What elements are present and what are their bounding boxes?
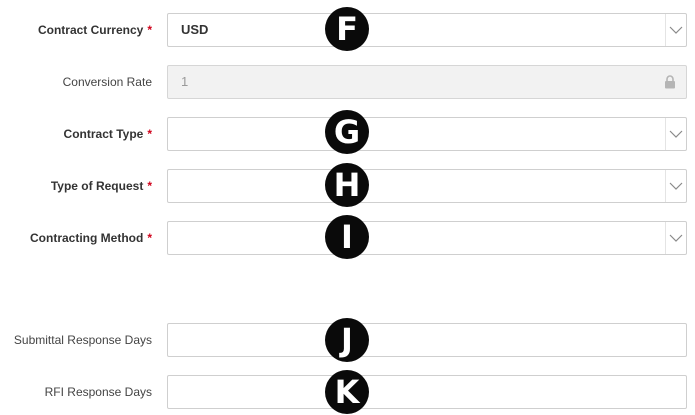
marker-badge-k: K [325, 370, 369, 414]
type-of-request-label: Type of Request * [51, 169, 152, 203]
contract-type-label: Contract Type * [64, 117, 152, 151]
contracting-method-label: Contracting Method * [30, 221, 152, 255]
contracting-method-select[interactable] [167, 221, 687, 255]
rfi-response-days-input[interactable] [167, 375, 687, 409]
type-of-request-label-text: Type of Request [50, 179, 144, 193]
select-divider [665, 222, 666, 254]
rfi-response-days-label-text: RFI Response Days [44, 385, 152, 399]
select-divider [665, 118, 666, 150]
conversion-rate-row: Conversion Rate 1 [0, 65, 695, 99]
contract-form: Contract Currency * USD Conversion Rate 1… [0, 0, 695, 415]
type-of-request-select[interactable] [167, 169, 687, 203]
contract-currency-select[interactable]: USD [167, 13, 687, 47]
conversion-rate-field: 1 [167, 65, 687, 99]
chevron-down-icon[interactable] [669, 23, 683, 37]
marker-badge-j: J [325, 318, 369, 362]
conversion-rate-label-text: Conversion Rate [62, 75, 152, 89]
conversion-rate-label: Conversion Rate [63, 65, 152, 99]
chevron-down-icon[interactable] [669, 231, 683, 245]
marker-badge-f: F [325, 7, 369, 51]
conversion-rate-value: 1 [181, 74, 189, 89]
contracting-method-label-text: Contracting Method [30, 231, 144, 245]
contract-type-select[interactable] [167, 117, 687, 151]
required-asterisk: * [147, 23, 152, 37]
required-asterisk: * [147, 231, 152, 245]
submittal-response-days-input[interactable] [167, 323, 687, 357]
marker-badge-h: H [325, 163, 369, 207]
lock-icon [665, 75, 675, 89]
contract-currency-label: Contract Currency * [38, 13, 152, 47]
rfi-response-days-label: RFI Response Days [45, 375, 152, 409]
select-divider [665, 14, 666, 46]
required-asterisk: * [147, 179, 152, 193]
submittal-response-days-label: Submittal Response Days [14, 323, 152, 357]
chevron-down-icon[interactable] [669, 127, 683, 141]
contract-type-label-text: Contract Type [63, 127, 144, 141]
chevron-down-icon[interactable] [669, 179, 683, 193]
submittal-response-days-label-text: Submittal Response Days [13, 333, 152, 347]
select-divider [665, 170, 666, 202]
marker-badge-i: I [325, 215, 369, 259]
contract-currency-value: USD [181, 22, 209, 37]
contract-currency-label-text: Contract Currency [37, 23, 144, 37]
marker-badge-g: G [325, 110, 369, 154]
required-asterisk: * [147, 127, 152, 141]
